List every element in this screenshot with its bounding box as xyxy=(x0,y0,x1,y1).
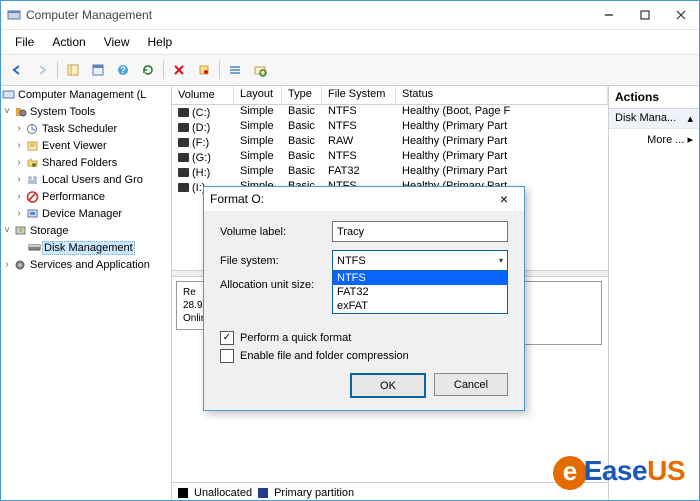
app-icon xyxy=(7,8,21,22)
tree-storage[interactable]: ˅Storage xyxy=(1,222,171,239)
maximize-button[interactable] xyxy=(627,1,663,29)
filesystem-combobox[interactable]: NTFS ▾ xyxy=(332,250,508,271)
cancel-button[interactable]: Cancel xyxy=(434,373,508,396)
dialog-titlebar[interactable]: Format O: × xyxy=(204,187,524,211)
menu-view[interactable]: View xyxy=(96,33,138,51)
window-title: Computer Management xyxy=(26,8,591,22)
dropdown-option-ntfs[interactable]: NTFS xyxy=(333,271,507,285)
legend-unallocated-swatch xyxy=(178,488,188,498)
volume-row[interactable]: (H:)SimpleBasicFAT32Healthy (Primary Par… xyxy=(172,165,608,180)
minimize-button[interactable] xyxy=(591,1,627,29)
actions-more[interactable]: More ... ▸ xyxy=(609,129,699,150)
volume-row[interactable]: (C:)SimpleBasicNTFSHealthy (Boot, Page F xyxy=(172,105,608,120)
menubar: File Action View Help xyxy=(1,30,699,55)
dialog-close-button[interactable]: × xyxy=(490,191,518,207)
tree-disk-management[interactable]: Disk Management xyxy=(1,239,171,256)
help-button[interactable]: ? xyxy=(111,58,135,82)
actions-disk-management[interactable]: Disk Mana...▴ xyxy=(609,109,699,129)
volume-header[interactable]: Volume Layout Type File System Status xyxy=(172,86,608,105)
back-button[interactable] xyxy=(5,58,29,82)
legend-unallocated: Unallocated xyxy=(194,487,252,499)
tree-item[interactable]: ›Event Viewer xyxy=(1,137,171,154)
filesystem-dropdown[interactable]: NTFS FAT32 exFAT xyxy=(332,270,508,314)
dialog-title: Format O: xyxy=(210,192,490,206)
col-volume[interactable]: Volume xyxy=(172,86,234,104)
quick-format-checkbox[interactable]: ✓ Perform a quick format xyxy=(220,331,508,345)
tree-system-tools[interactable]: ˅System Tools xyxy=(1,103,171,120)
computer-management-window: Computer Management File Action View Hel… xyxy=(0,0,700,501)
chevron-down-icon: ▾ xyxy=(499,256,503,265)
col-layout[interactable]: Layout xyxy=(234,86,282,104)
volume-row[interactable]: (D:)SimpleBasicNTFSHealthy (Primary Part xyxy=(172,120,608,135)
settings-icon[interactable] xyxy=(192,58,216,82)
tree-item[interactable]: ›Task Scheduler xyxy=(1,120,171,137)
volume-row[interactable]: (F:)SimpleBasicRAWHealthy (Primary Part xyxy=(172,135,608,150)
tree-services[interactable]: ›Services and Application xyxy=(1,256,171,273)
col-type[interactable]: Type xyxy=(282,86,322,104)
checkbox-unchecked-icon xyxy=(220,349,234,363)
legend-bar: Unallocated Primary partition xyxy=(172,482,608,501)
legend-primary: Primary partition xyxy=(274,487,354,499)
col-filesystem[interactable]: File System xyxy=(322,86,396,104)
col-status[interactable]: Status xyxy=(396,86,608,104)
collapse-icon: ▴ xyxy=(687,112,693,125)
refresh-button[interactable] xyxy=(136,58,160,82)
show-tree-button[interactable] xyxy=(61,58,85,82)
filesystem-label: File system: xyxy=(220,255,332,267)
compression-label: Enable file and folder compression xyxy=(240,350,409,362)
delete-icon[interactable] xyxy=(167,58,191,82)
dropdown-option-exfat[interactable]: exFAT xyxy=(333,299,507,313)
actions-pane: Actions Disk Mana...▴ More ... ▸ xyxy=(609,86,699,501)
titlebar[interactable]: Computer Management xyxy=(1,1,699,30)
tree-root[interactable]: Computer Management (L xyxy=(1,86,171,103)
menu-help[interactable]: Help xyxy=(140,33,181,51)
dropdown-option-fat32[interactable]: FAT32 xyxy=(333,285,507,299)
ok-button[interactable]: OK xyxy=(350,373,426,398)
forward-button[interactable] xyxy=(30,58,54,82)
tree-item[interactable]: ›Device Manager xyxy=(1,205,171,222)
volume-label-text: Volume label: xyxy=(220,226,332,238)
volume-label-input[interactable] xyxy=(332,221,508,242)
properties-button[interactable] xyxy=(86,58,110,82)
volume-row[interactable]: (G:)SimpleBasicNTFSHealthy (Primary Part xyxy=(172,150,608,165)
allocation-label: Allocation unit size: xyxy=(220,279,332,291)
compression-checkbox[interactable]: Enable file and folder compression xyxy=(220,349,508,363)
easeus-logo: eEaseUS xyxy=(553,455,685,490)
tree-item[interactable]: ›Local Users and Gro xyxy=(1,171,171,188)
list-view-icon[interactable] xyxy=(223,58,247,82)
close-button[interactable] xyxy=(663,1,699,29)
tree-item[interactable]: ›Shared Folders xyxy=(1,154,171,171)
filesystem-value: NTFS xyxy=(337,255,366,267)
format-dialog: Format O: × Volume label: File system: N… xyxy=(203,186,525,411)
menu-file[interactable]: File xyxy=(7,33,42,51)
legend-primary-swatch xyxy=(258,488,268,498)
tree-pane[interactable]: Computer Management (L ˅System Tools ›Ta… xyxy=(1,86,172,501)
quick-format-label: Perform a quick format xyxy=(240,332,351,344)
toolbar: ? xyxy=(1,55,699,86)
actions-header: Actions xyxy=(609,86,699,109)
checkbox-checked-icon: ✓ xyxy=(220,331,234,345)
rescan-icon[interactable] xyxy=(248,58,272,82)
tree-item[interactable]: ›Performance xyxy=(1,188,171,205)
svg-text:?: ? xyxy=(120,65,126,75)
menu-action[interactable]: Action xyxy=(44,33,93,51)
